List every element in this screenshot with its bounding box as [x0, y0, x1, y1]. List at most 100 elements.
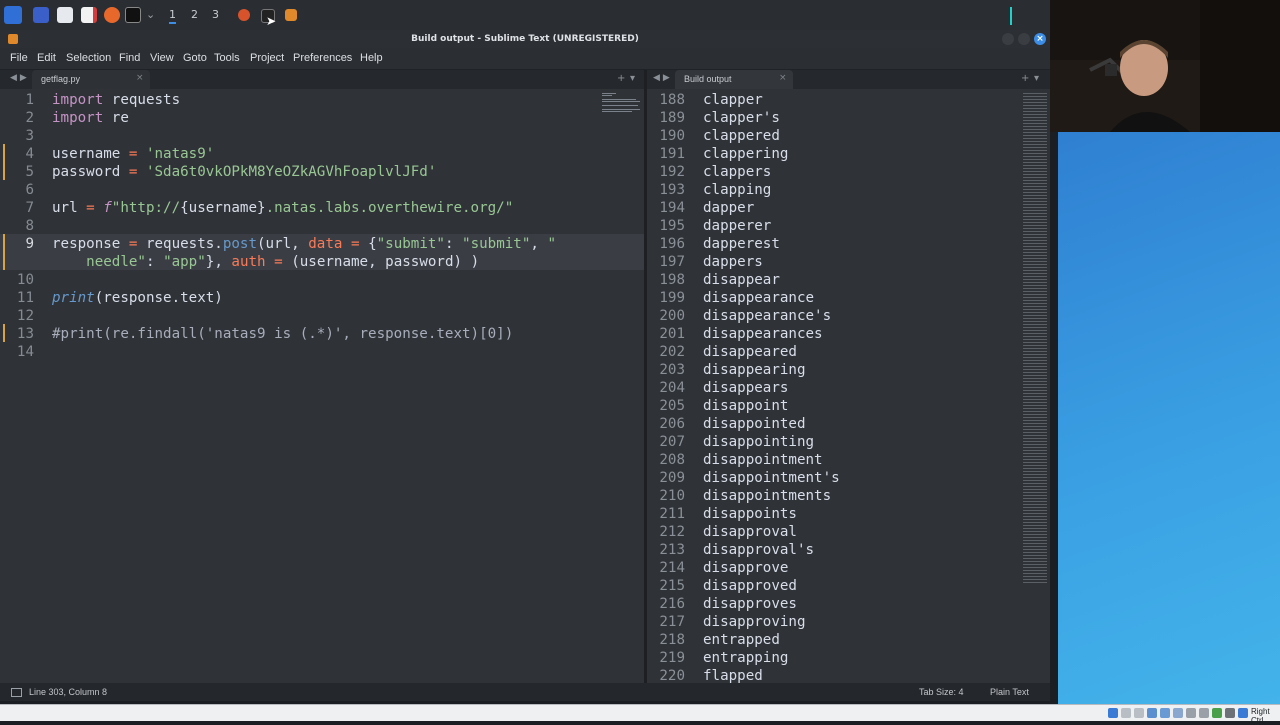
panel-toggle-icon[interactable]: [11, 688, 22, 697]
output-line[interactable]: entrapped: [703, 631, 780, 649]
output-line[interactable]: disappoints: [703, 505, 797, 523]
firefox-window-icon[interactable]: [238, 9, 250, 21]
network-icon[interactable]: [1147, 708, 1157, 718]
code-line[interactable]: username = 'natas9': [52, 145, 214, 163]
menu-preferences[interactable]: Preferences: [293, 52, 352, 64]
code-line[interactable]: print(response.text): [52, 289, 223, 307]
show-desktop-icon[interactable]: [33, 7, 49, 23]
output-line[interactable]: disapprove: [703, 559, 788, 577]
menu-find[interactable]: Find: [119, 52, 140, 64]
workspace-3[interactable]: 3: [212, 8, 219, 21]
shared-folder-icon[interactable]: [1173, 708, 1183, 718]
tab-build-output[interactable]: Build output ×: [675, 70, 793, 89]
output-line[interactable]: disappearance: [703, 289, 814, 307]
output-line[interactable]: dapperer: [703, 217, 771, 235]
sublime-window-icon[interactable]: [285, 9, 297, 21]
menu-help[interactable]: Help: [360, 52, 383, 64]
output-line[interactable]: flapped: [703, 667, 763, 683]
output-line[interactable]: dappers: [703, 253, 763, 271]
tab-close-icon[interactable]: ×: [779, 73, 787, 83]
code-line[interactable]: needle": "app"}, auth = (username, passw…: [52, 253, 479, 271]
output-line[interactable]: clapper: [703, 91, 763, 109]
cpu-icon[interactable]: [1212, 708, 1222, 718]
syntax-mode[interactable]: Plain Text: [990, 683, 1029, 701]
file-manager-icon[interactable]: [57, 7, 73, 23]
menu-tools[interactable]: Tools: [214, 52, 240, 64]
cursor-position[interactable]: Line 303, Column 8: [29, 683, 107, 701]
code-line[interactable]: #print(re.findall('natas9 is (.*)', resp…: [52, 325, 513, 343]
display-icon[interactable]: [1186, 708, 1196, 718]
menu-goto[interactable]: Goto: [183, 52, 207, 64]
menu-project[interactable]: Project: [250, 52, 284, 64]
build-output-pane[interactable]: 188 clapper 189 clapper's 190 clappered 191 cla…: [647, 89, 1050, 683]
output-line[interactable]: disappear: [703, 271, 780, 289]
app-menu-icon[interactable]: [4, 6, 22, 24]
vm-status-tray: Right Ctrl: [0, 704, 1280, 725]
menu-edit[interactable]: Edit: [37, 52, 56, 64]
output-line[interactable]: clappered: [703, 127, 780, 145]
line-number: 192: [659, 164, 685, 180]
output-line[interactable]: disapproving: [703, 613, 806, 631]
output-line[interactable]: clappers: [703, 163, 771, 181]
output-line[interactable]: disappearing: [703, 361, 806, 379]
optical-drive-icon[interactable]: [1121, 708, 1131, 718]
output-line[interactable]: disapproves: [703, 595, 797, 613]
tab-dropdown-icon[interactable]: ▾: [1034, 73, 1039, 84]
maximize-button[interactable]: [1018, 33, 1030, 45]
close-button[interactable]: ×: [1034, 33, 1046, 45]
tab-nav-arrows-icon[interactable]: ◀▶: [653, 73, 673, 83]
new-tab-icon[interactable]: +: [617, 73, 625, 84]
output-line[interactable]: disappearance's: [703, 307, 831, 325]
tab-getflag[interactable]: getflag.py ×: [32, 70, 150, 89]
output-line[interactable]: clapper's: [703, 109, 780, 127]
editor-pane[interactable]: 1 2 3 4 5 6 7 8 9 10 11 12 13 14 import requests impor…: [0, 89, 644, 683]
new-tab-icon[interactable]: +: [1021, 73, 1029, 84]
output-line[interactable]: clapping: [703, 181, 771, 199]
code-line[interactable]: import re: [52, 109, 129, 127]
tab-close-icon[interactable]: ×: [136, 73, 144, 83]
code-line[interactable]: response = requests.post(url, data = {"s…: [52, 235, 556, 253]
workspace-2[interactable]: 2: [191, 8, 198, 21]
output-line[interactable]: disappearances: [703, 325, 823, 343]
line-number: 203: [659, 362, 685, 378]
output-line[interactable]: entrapping: [703, 649, 788, 667]
code-line[interactable]: password = 'Sda6t0vkOPkM8YeOZkAGVhFoaplv…: [52, 163, 436, 181]
output-line[interactable]: dapper: [703, 199, 754, 217]
code-line[interactable]: import requests: [52, 91, 180, 109]
terminal-icon[interactable]: [125, 7, 141, 23]
audio-icon[interactable]: [1134, 708, 1144, 718]
output-line[interactable]: disappoint: [703, 397, 788, 415]
usb-icon[interactable]: [1160, 708, 1170, 718]
output-line[interactable]: disappointment: [703, 451, 823, 469]
hdd-icon[interactable]: [1108, 708, 1118, 718]
recording-icon[interactable]: [1199, 708, 1209, 718]
menu-file[interactable]: File: [10, 52, 28, 64]
output-line[interactable]: disappointing: [703, 433, 814, 451]
menu-view[interactable]: View: [150, 52, 174, 64]
output-line[interactable]: dapperest: [703, 235, 780, 253]
menu-selection[interactable]: Selection: [66, 52, 111, 64]
output-line[interactable]: disapproval's: [703, 541, 814, 559]
output-line[interactable]: disappointment's: [703, 469, 840, 487]
tab-dropdown-icon[interactable]: ▾: [630, 73, 635, 84]
output-line[interactable]: disappointments: [703, 487, 831, 505]
terminal-dropdown-icon[interactable]: ⌄: [146, 8, 155, 21]
output-line[interactable]: disappears: [703, 379, 788, 397]
webcam-overlay: [1050, 0, 1280, 132]
firefox-icon[interactable]: [104, 7, 120, 23]
tab-nav-arrows-icon[interactable]: ◀▶: [10, 73, 30, 83]
arrow-icon[interactable]: [1225, 708, 1235, 718]
output-line[interactable]: disapproved: [703, 577, 797, 595]
output-line[interactable]: disappointed: [703, 415, 806, 433]
keyboard-icon[interactable]: [1238, 708, 1248, 718]
tab-size[interactable]: Tab Size: 4: [919, 683, 964, 701]
code-line[interactable]: url = f"http://{username}.natas.labs.ove…: [52, 199, 513, 217]
output-line[interactable]: disapproval: [703, 523, 797, 541]
text-editor-icon[interactable]: [81, 7, 97, 23]
minimap[interactable]: [602, 91, 640, 113]
output-line[interactable]: disappeared: [703, 343, 797, 361]
output-line[interactable]: clappering: [703, 145, 788, 163]
workspace-1[interactable]: 1: [169, 8, 176, 24]
minimize-button[interactable]: [1002, 33, 1014, 45]
minimap[interactable]: [1023, 93, 1047, 583]
